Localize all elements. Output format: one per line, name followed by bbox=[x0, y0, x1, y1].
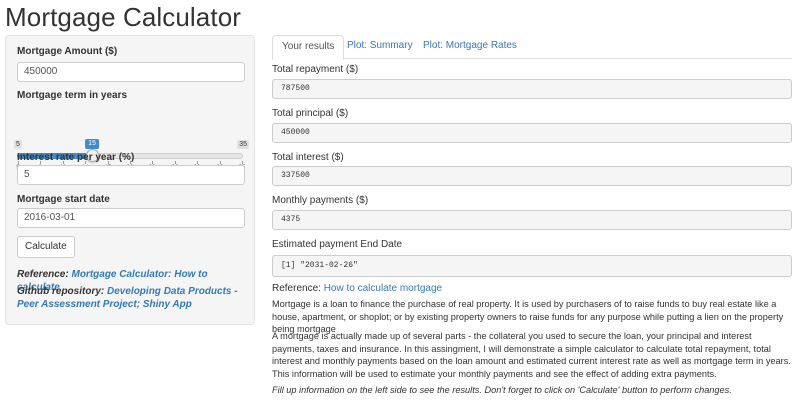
results-reference: Reference: How to calculate mortgage bbox=[272, 283, 442, 294]
monthly-payments-output: 4375 bbox=[272, 210, 792, 230]
calculate-button[interactable]: Calculate bbox=[17, 236, 75, 258]
page-title: Mortgage Calculator bbox=[5, 2, 242, 32]
mortgage-amount-input[interactable]: 450000 bbox=[17, 62, 245, 82]
monthly-payments-label: Monthly payments ($) bbox=[272, 195, 369, 206]
end-date-output: [1] "2031-02-26" bbox=[272, 255, 792, 277]
start-date-label: Mortgage start date bbox=[17, 194, 110, 205]
instruction-paragraph: Fill up information on the left side to … bbox=[272, 385, 732, 395]
tab-plot-mortgage-rates[interactable]: Plot: Mortgage Rates bbox=[414, 35, 526, 59]
total-interest-label: Total interest ($) bbox=[272, 152, 344, 163]
slider-value-label: 15 bbox=[85, 139, 99, 149]
sidebar-reference-prefix: Reference: bbox=[17, 269, 69, 280]
input-sidebar: Mortgage Amount ($) 450000 Mortgage term… bbox=[5, 35, 255, 325]
mortgage-term-label: Mortgage term in years bbox=[17, 90, 128, 101]
interest-rate-label: Interest rate per year (%) bbox=[17, 152, 135, 163]
github-prefix: Github repository: bbox=[17, 286, 105, 297]
total-repayment-output: 787500 bbox=[272, 79, 792, 99]
slider-tick bbox=[175, 161, 176, 164]
slider-max-label: 35 bbox=[237, 140, 249, 149]
slider-min-label: 5 bbox=[14, 140, 22, 149]
results-reference-prefix: Reference: bbox=[272, 283, 321, 294]
slider-tick bbox=[197, 161, 198, 164]
description-paragraph-2: A mortgage is actually made up of severa… bbox=[272, 331, 791, 379]
total-repayment-label: Total repayment ($) bbox=[272, 64, 359, 75]
github-repository: Github repository: Developing Data Produ… bbox=[17, 285, 249, 311]
total-principal-output: 450000 bbox=[272, 123, 792, 143]
slider-tick bbox=[220, 161, 221, 164]
slider-tick bbox=[152, 161, 153, 164]
start-date-input[interactable]: 2016-03-01 bbox=[17, 208, 245, 228]
tab-plot-summary[interactable]: Plot: Summary bbox=[338, 35, 422, 59]
mortgage-amount-label: Mortgage Amount ($) bbox=[17, 46, 118, 57]
tab-your-results[interactable]: Your results bbox=[272, 35, 345, 60]
total-principal-label: Total principal ($) bbox=[272, 108, 349, 119]
slider-tick bbox=[242, 161, 243, 164]
interest-rate-input[interactable]: 5 bbox=[17, 165, 245, 185]
end-date-label: Estimated payment End Date bbox=[272, 239, 403, 250]
results-tabs: Your results Plot: Summary Plot: Mortgag… bbox=[272, 35, 792, 60]
results-reference-link[interactable]: How to calculate mortgage bbox=[324, 283, 442, 294]
total-interest-output: 337500 bbox=[272, 166, 792, 186]
